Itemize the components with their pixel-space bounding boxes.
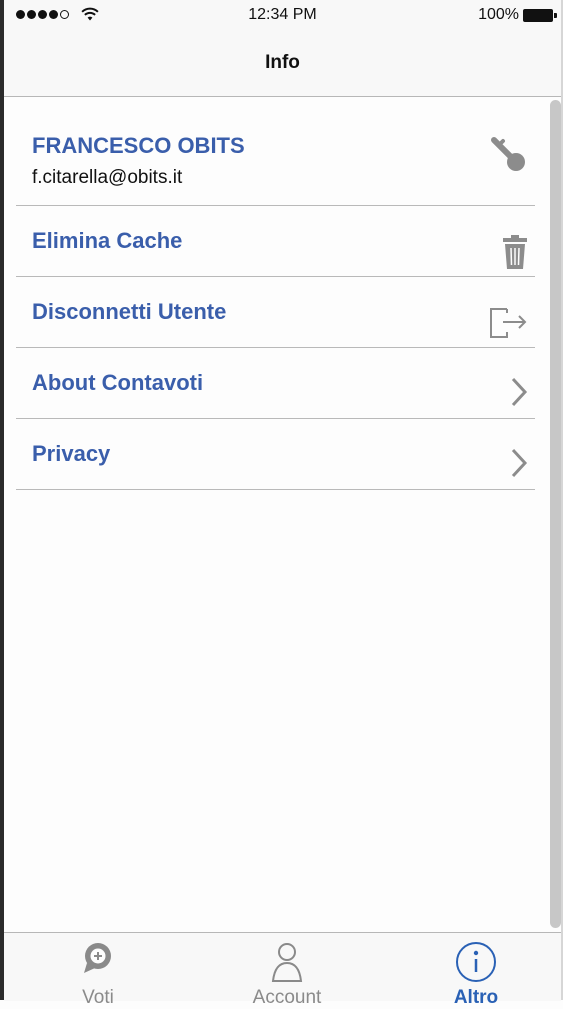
- menu-item-disconnetti-utente[interactable]: Disconnetti Utente: [16, 277, 535, 348]
- logout-icon: [490, 308, 527, 338]
- tab-voti[interactable]: Voti: [48, 933, 148, 1008]
- user-email: f.citarella@obits.it: [32, 167, 183, 188]
- page-title: Info: [265, 52, 300, 73]
- tab-bar: Voti Account Altro: [4, 932, 561, 1008]
- menu-item-label: Disconnetti Utente: [32, 299, 227, 324]
- tab-label: Voti: [82, 987, 114, 1008]
- settings-list: FRANCESCO OBITS f.citarella@obits.it Eli…: [16, 97, 535, 490]
- user-name: FRANCESCO OBITS: [32, 133, 245, 158]
- menu-item-elimina-cache[interactable]: Elimina Cache: [16, 206, 535, 277]
- trash-icon: [503, 235, 527, 269]
- key-icon: [491, 137, 525, 171]
- menu-item-privacy[interactable]: Privacy: [16, 419, 535, 490]
- tab-label: Account: [252, 987, 322, 1008]
- tab-account[interactable]: Account: [228, 933, 346, 1008]
- chevron-right-icon: [511, 377, 528, 407]
- menu-item-label: Elimina Cache: [32, 228, 183, 253]
- battery-icon: [523, 8, 557, 22]
- menu-item-label: About Contavoti: [32, 370, 204, 395]
- status-bar: 12:34 PM 100%: [4, 0, 561, 32]
- tab-altro[interactable]: Altro: [424, 933, 528, 1008]
- navigation-bar: Info: [4, 32, 561, 97]
- user-account-row[interactable]: FRANCESCO OBITS f.citarella@obits.it: [16, 97, 535, 206]
- battery-percent: 100%: [478, 6, 519, 23]
- device-frame-left: [0, 0, 4, 1000]
- info-icon: [456, 942, 496, 982]
- vote-bubble-icon: [84, 943, 111, 973]
- battery-indicator: 100%: [478, 6, 557, 24]
- chevron-right-icon: [511, 448, 528, 478]
- tab-label: Altro: [453, 987, 499, 1008]
- menu-item-about-contavoti[interactable]: About Contavoti: [16, 348, 535, 419]
- person-icon: [271, 943, 303, 982]
- scrollbar[interactable]: [550, 100, 561, 928]
- menu-item-label: Privacy: [32, 441, 111, 466]
